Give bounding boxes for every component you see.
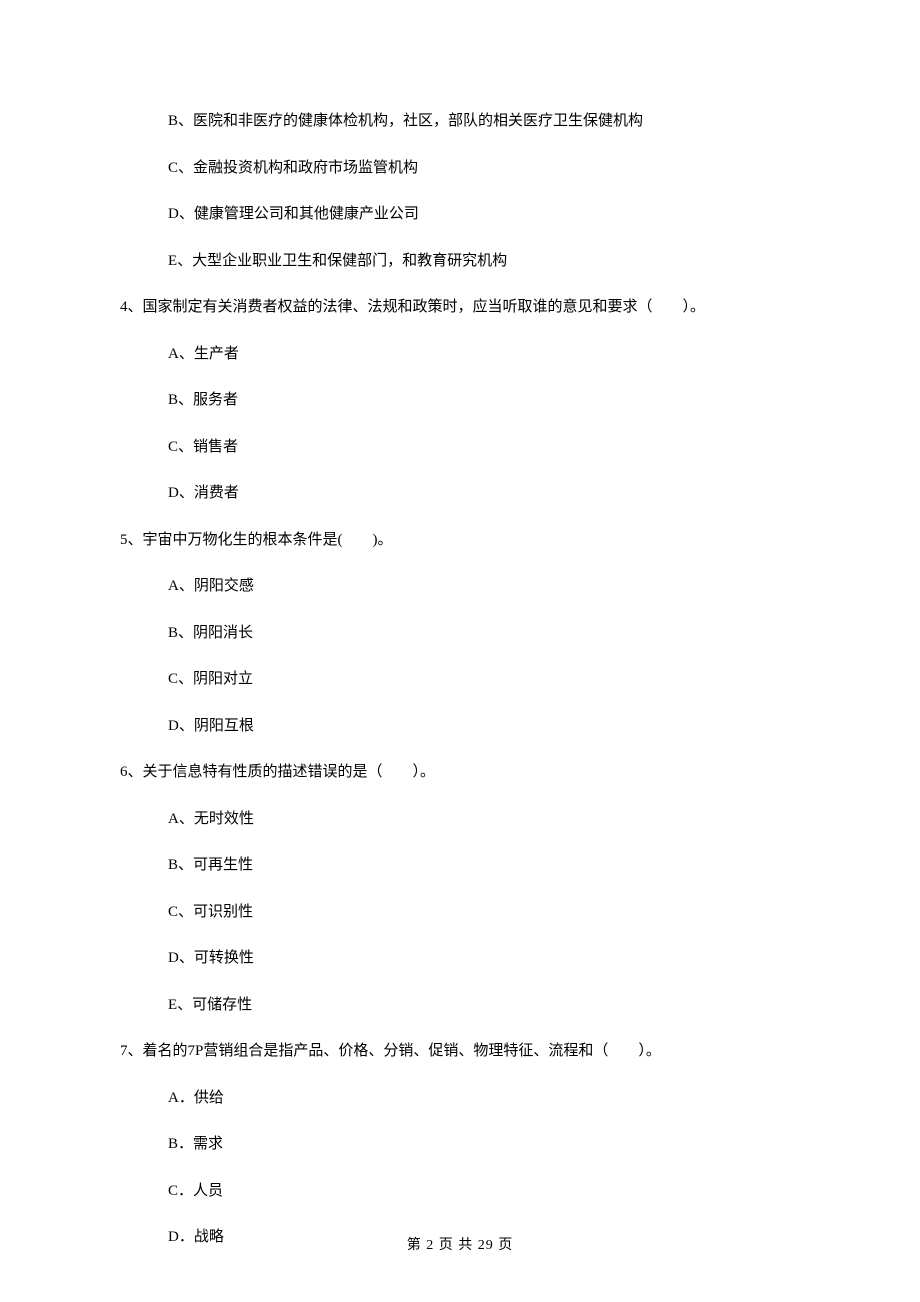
question-5-option-d: D、阴阳互根 xyxy=(168,715,800,738)
option-e: E、大型企业职业卫生和保健部门，和教育研究机构 xyxy=(168,250,800,273)
page-footer: 第 2 页 共 29 页 xyxy=(0,1234,920,1254)
question-4-option-c: C、销售者 xyxy=(168,436,800,459)
question-6-stem: 6、关于信息特有性质的描述错误的是（ ）。 xyxy=(120,761,800,784)
option-c: C、金融投资机构和政府市场监管机构 xyxy=(168,157,800,180)
question-6-option-d: D、可转换性 xyxy=(168,947,800,970)
option-d: D、健康管理公司和其他健康产业公司 xyxy=(168,203,800,226)
question-7-stem: 7、着名的7P营销组合是指产品、价格、分销、促销、物理特征、流程和（ ）。 xyxy=(120,1040,800,1063)
question-6-option-b: B、可再生性 xyxy=(168,854,800,877)
page-content: B、医院和非医疗的健康体检机构，社区，部队的相关医疗卫生保健机构 C、金融投资机… xyxy=(0,0,920,1249)
question-7-option-a: A．供给 xyxy=(168,1087,800,1110)
question-5-stem: 5、宇宙中万物化生的根本条件是( )。 xyxy=(120,529,800,552)
question-4-option-d: D、消费者 xyxy=(168,482,800,505)
question-6-option-e: E、可储存性 xyxy=(168,994,800,1017)
question-4-option-b: B、服务者 xyxy=(168,389,800,412)
question-6-option-c: C、可识别性 xyxy=(168,901,800,924)
question-5-option-c: C、阴阳对立 xyxy=(168,668,800,691)
question-7-option-c: C．人员 xyxy=(168,1180,800,1203)
question-4-option-a: A、生产者 xyxy=(168,343,800,366)
question-6-option-a: A、无时效性 xyxy=(168,808,800,831)
question-5-option-a: A、阴阳交感 xyxy=(168,575,800,598)
option-b: B、医院和非医疗的健康体检机构，社区，部队的相关医疗卫生保健机构 xyxy=(168,110,800,133)
question-7-option-b: B．需求 xyxy=(168,1133,800,1156)
question-4-stem: 4、国家制定有关消费者权益的法律、法规和政策时，应当听取谁的意见和要求（ ）。 xyxy=(120,296,800,319)
question-5-option-b: B、阴阳消长 xyxy=(168,622,800,645)
